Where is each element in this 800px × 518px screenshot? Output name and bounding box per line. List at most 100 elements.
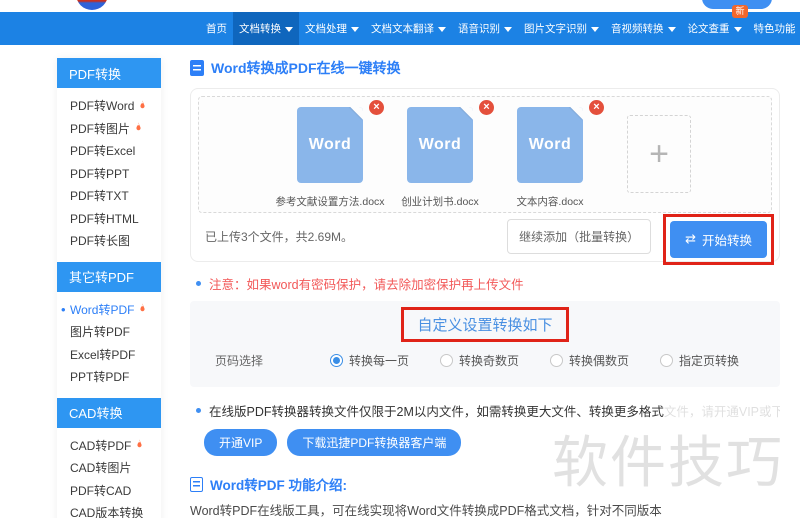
add-more-button[interactable]: 继续添加（批量转换） <box>507 219 652 254</box>
word-file-icon: Word <box>517 107 583 183</box>
sidebar-item-label: PPT转PDF <box>70 370 130 384</box>
sidebar-section-header: 其它转PDF <box>57 261 161 292</box>
sidebar-section-list: CAD转PDF CAD转图片 PDF转CAD CAD版本转换 <box>57 428 161 518</box>
sidebar-item[interactable]: PDF转长图 <box>57 230 161 253</box>
file-card: Word × 文本内容.docx <box>516 100 604 212</box>
document-outline-icon <box>190 476 203 492</box>
folded-corner <box>460 107 473 120</box>
nav-item-label: 论文查重 <box>687 23 730 35</box>
sidebar-section-header: CAD转换 <box>57 397 161 428</box>
plus-icon: + <box>649 135 669 173</box>
top-navigation: 首页 文档转换 文档处理 文档文本翻译 语音识别 图片文字识别 音视频转换 论文查重新特色功能… <box>0 5 800 45</box>
radio-option[interactable]: 转换奇数页 <box>440 352 522 369</box>
sidebar-item[interactable]: PDF转HTML <box>57 208 161 231</box>
flame-icon <box>137 99 148 112</box>
sidebar-item-label: PDF转PPT <box>70 166 130 181</box>
radio-icon <box>660 354 673 367</box>
flame-icon <box>133 121 144 134</box>
vip-section: 在线版PDF转换器转换文件仅限于2M以内文件，如需转换更大文件、转换更多格式 文… <box>190 401 780 456</box>
nav-item-3[interactable]: 文档处理 <box>299 12 365 45</box>
sidebar-item[interactable]: PDF转PPT <box>57 163 161 186</box>
file-name: 文本内容.docx <box>516 196 584 208</box>
radio-option-label: 转换奇数页 <box>459 354 520 368</box>
active-bullet: • <box>61 301 66 317</box>
sidebar-item-label: PDF转Word <box>70 99 135 113</box>
folded-corner <box>570 107 583 120</box>
intro-paragraph: Word转PDF在线版工具，可在线实现将Word文件转换成PDF格式文档，针对不… <box>190 502 780 518</box>
nav-item-5[interactable]: 语音识别 <box>452 12 518 45</box>
sidebar-item[interactable]: CAD版本转换 <box>57 502 161 518</box>
sidebar-item[interactable]: PDF转CAD <box>57 480 161 503</box>
word-icon-label: Word <box>528 136 572 153</box>
password-notice-text: 注意：如果word有密码保护，请去除加密保护再上传文件 <box>209 278 524 292</box>
radio-option-label: 转换偶数页 <box>569 354 630 368</box>
nav-item-9[interactable]: 特色功能 <box>748 12 800 45</box>
sidebar-item[interactable]: CAD转图片 <box>57 457 161 480</box>
nav-item-4[interactable]: 文档文本翻译 <box>365 12 452 45</box>
nav-item-7[interactable]: 音视频转换 <box>605 12 682 45</box>
convert-button[interactable]: ⇄ 开始转换 <box>670 221 767 258</box>
settings-title-wrap: 自定义设置转换如下 <box>190 307 780 342</box>
radio-option[interactable]: 转换偶数页 <box>550 352 632 369</box>
radio-option[interactable]: 指定页转换 <box>660 352 742 369</box>
file-size-note-obscured: 文件，请开通VIP或下载客户端 <box>663 405 780 419</box>
caret-down-icon <box>667 26 676 32</box>
word-icon-label: Word <box>308 136 352 153</box>
settings-panel: 自定义设置转换如下 页码选择 转换每一页 转换奇数页 转换偶数页 指定页转换 <box>190 301 780 387</box>
nav-item-6[interactable]: 图片文字识别 <box>518 12 605 45</box>
caret-down-icon <box>733 26 742 32</box>
nav-item-label: 图片文字识别 <box>524 23 587 35</box>
sidebar-item[interactable]: 图片转PDF <box>57 321 161 344</box>
sidebar-item-label: PDF转HTML <box>70 211 139 226</box>
new-badge: 新 <box>732 5 748 18</box>
nav-item-8[interactable]: 论文查重新 <box>682 5 748 45</box>
feature-intro-section: Word转PDF 功能介绍: Word转PDF在线版工具，可在线实现将Word文… <box>190 474 780 518</box>
nav-item-2[interactable]: 文档转换 <box>233 12 299 45</box>
sidebar-item[interactable]: PDF转图片 <box>57 118 161 141</box>
nav-item-1[interactable]: 首页 <box>200 12 233 45</box>
open-vip-button[interactable]: 开通VIP <box>204 429 278 456</box>
convert-button-label: 开始转换 <box>701 234 752 248</box>
close-icon[interactable]: × <box>589 100 604 115</box>
sidebar-item[interactable]: Excel转PDF <box>57 344 161 367</box>
radio-icon <box>330 354 343 367</box>
nav-item-label: 首页 <box>206 23 227 35</box>
nav-item-label: 文档文本翻译 <box>371 23 434 35</box>
radio-icon <box>550 354 563 367</box>
intro-line-1: Word转PDF在线版工具，可在线实现将Word文件转换成PDF格式文档，针对不… <box>190 504 662 518</box>
sidebar-item-label: PDF转TXT <box>70 189 129 203</box>
caret-down-icon <box>591 26 599 32</box>
vip-buttons-row: 开通VIP 下载迅捷PDF转换器客户端 <box>204 429 780 456</box>
caret-down-icon <box>438 26 446 32</box>
nav-item-label: 特色功能 <box>753 23 796 35</box>
close-icon[interactable]: × <box>369 100 384 115</box>
sidebar-item-label: PDF转CAD <box>70 483 132 498</box>
sidebar-item[interactable]: PDF转Excel <box>57 140 161 163</box>
sidebar-item[interactable]: PPT转PDF <box>57 366 161 389</box>
word-file-icon: Word <box>297 107 363 183</box>
upload-footer: 已上传3个文件，共2.69M。 继续添加（批量转换） ⇄ 开始转换 <box>191 212 779 265</box>
sidebar-section-list: • Word转PDF 图片转PDF Excel转PDF PPT转PDF <box>57 292 161 398</box>
radio-option[interactable]: 转换每一页 <box>330 352 412 369</box>
radio-icon <box>440 354 453 367</box>
upload-dropzone[interactable]: Word × 参考文献设置方法.docx Word × 创业计划书.docx Word × 文本… <box>198 96 772 213</box>
sidebar-item[interactable]: PDF转TXT <box>57 185 161 208</box>
sidebar-item-label: PDF转长图 <box>70 234 131 248</box>
sidebar-item-label: PDF转图片 <box>70 121 131 136</box>
sidebar-item[interactable]: PDF转Word <box>57 95 161 118</box>
sidebar-item-label: PDF转Excel <box>70 144 136 158</box>
flame-icon <box>134 438 145 451</box>
sidebar-item[interactable]: CAD转PDF <box>57 435 161 458</box>
download-client-button[interactable]: 下载迅捷PDF转换器客户端 <box>287 429 462 456</box>
close-icon[interactable]: × <box>479 100 494 115</box>
settings-title[interactable]: 自定义设置转换如下 <box>417 317 552 334</box>
sidebar-item-label: Word转PDF <box>70 302 135 317</box>
bullet-dot-icon <box>196 281 201 286</box>
radio-option-label: 指定页转换 <box>679 354 740 368</box>
page: 软件技巧 首页 文档转换 文档处理 文档文本翻译 语音识别 图片文字识别 音视频转换 论文查重… <box>0 0 800 518</box>
sidebar-item[interactable]: • Word转PDF <box>57 299 161 322</box>
nav-item-label: 文档转换 <box>239 23 281 35</box>
add-file-button[interactable]: + <box>627 115 691 193</box>
site-logo[interactable] <box>76 0 108 10</box>
sidebar-item-label: Excel转PDF <box>70 347 136 362</box>
